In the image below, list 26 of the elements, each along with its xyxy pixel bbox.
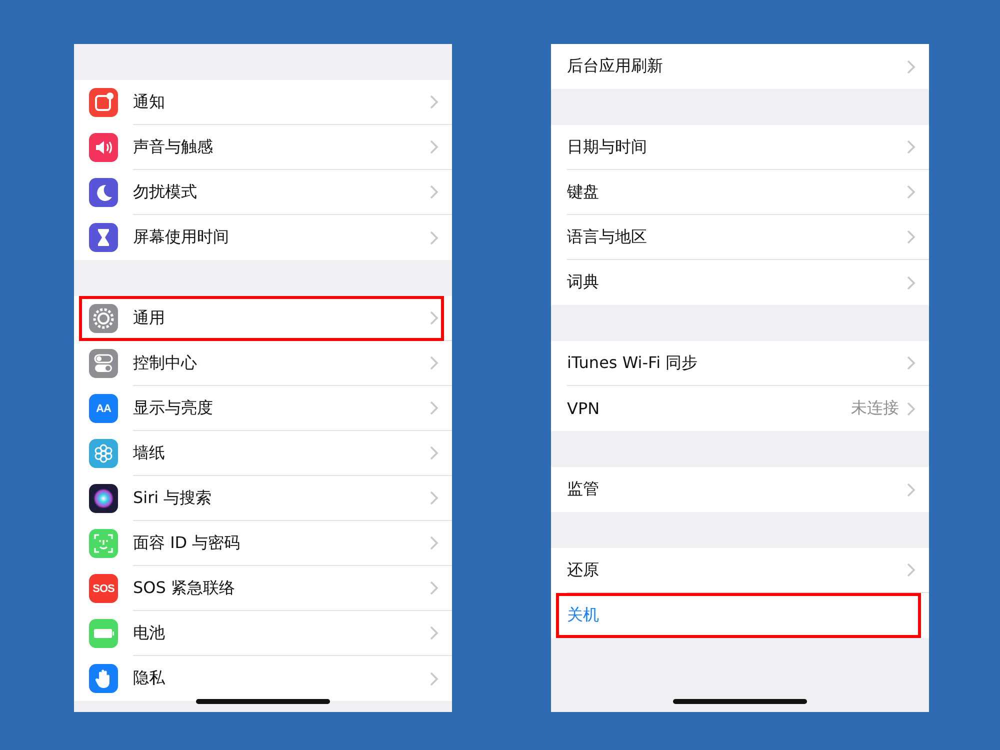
settings-row[interactable]: 词典 — [551, 260, 929, 305]
app-icon: SOS — [89, 574, 118, 603]
settings-row[interactable]: AA 显示与亮度 — [74, 386, 452, 431]
settings-row[interactable]: 控制中心 — [74, 341, 452, 386]
settings-row[interactable]: 通用 — [74, 296, 452, 341]
settings-row[interactable]: 键盘 — [551, 170, 929, 215]
settings-row[interactable]: 还原 — [551, 548, 929, 593]
settings-row[interactable]: SOS SOS 紧急联络 — [74, 566, 452, 611]
settings-row[interactable]: 勿扰模式 — [74, 170, 452, 215]
settings-row[interactable]: 声音与触感 — [74, 125, 452, 170]
settings-row[interactable]: Siri 与搜索 — [74, 476, 452, 521]
settings-row[interactable]: 通知 — [74, 80, 452, 125]
settings-row[interactable]: 语言与地区 — [551, 215, 929, 260]
settings-row[interactable]: iTunes Wi-Fi 同步 — [551, 341, 929, 386]
settings-row[interactable]: 关机 — [551, 593, 929, 638]
settings-row[interactable]: 后台应用刷新 — [551, 44, 929, 89]
settings-row[interactable]: 电池 — [74, 611, 452, 656]
settings-row[interactable]: VPN 未连接 — [551, 386, 929, 431]
status-value: 未连接 — [851, 398, 899, 419]
settings-row[interactable]: 日期与时间 — [551, 125, 929, 170]
app-icon: AA — [89, 394, 118, 423]
settings-row[interactable]: 隐私 — [74, 656, 452, 701]
settings-row[interactable]: 屏幕使用时间 — [74, 215, 452, 260]
settings-row[interactable]: 监管 — [551, 467, 929, 512]
settings-row[interactable]: 面容 ID 与密码 — [74, 521, 452, 566]
settings-row[interactable]: 墙纸 — [74, 431, 452, 476]
